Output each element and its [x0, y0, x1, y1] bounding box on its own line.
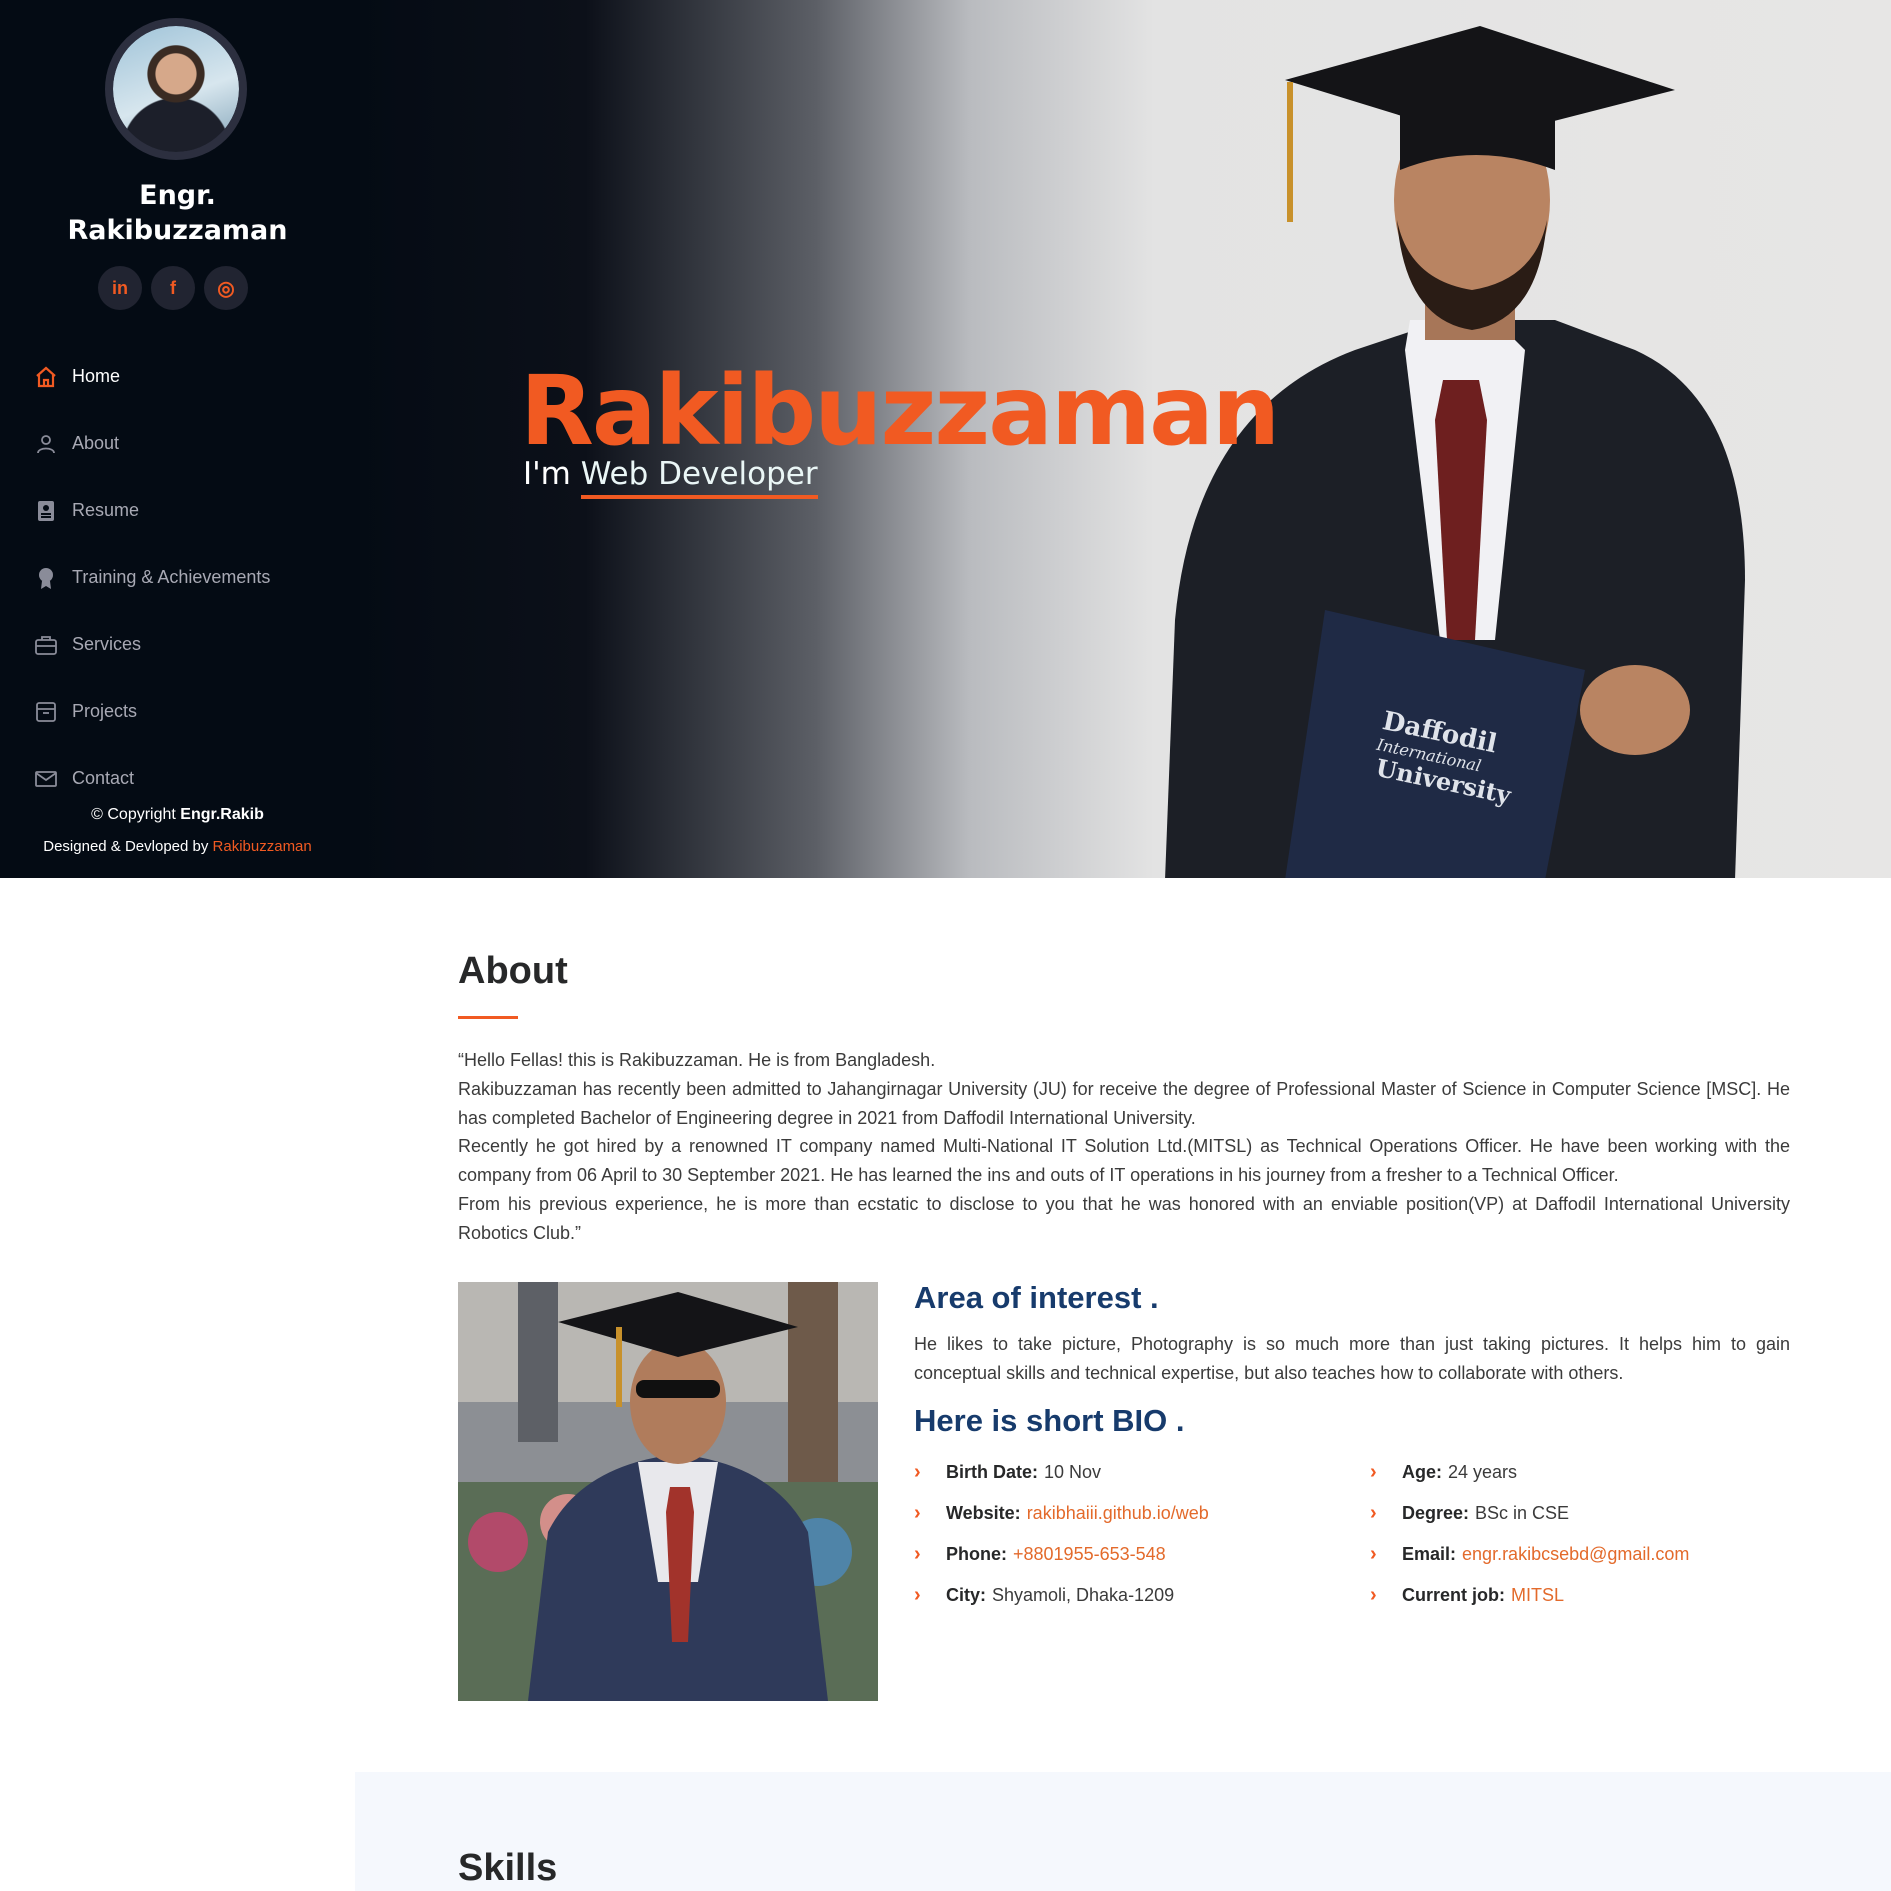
skills-section: Skills	[355, 1772, 1891, 1891]
bio-value: 10 Nov	[1044, 1462, 1102, 1482]
hero-section: Daffodil International University Rakibu…	[355, 0, 1891, 878]
bio-value: Shyamoli, Dhaka-1209	[992, 1585, 1175, 1605]
email-link[interactable]: engr.rakibcsebd@gmail.com	[1462, 1544, 1689, 1565]
nav-item-about[interactable]: About	[34, 410, 270, 477]
bio-label: Degree:	[1402, 1503, 1470, 1523]
chevron-right-icon: ›	[914, 1584, 921, 1606]
copyright-name: Engr.Rakib	[180, 806, 264, 823]
sidebar: Engr. Rakibuzzaman in f ◎ Home About Res…	[0, 0, 355, 878]
bio-item-website: › Website: rakibhaiii.github.io/web	[914, 1493, 1209, 1534]
nav-item-resume[interactable]: Resume	[34, 477, 270, 544]
linkedin-icon[interactable]: in	[98, 266, 142, 310]
interest-title: Area of interest .	[914, 1280, 1159, 1315]
hero-title: Rakibuzzaman	[520, 355, 1280, 467]
chevron-right-icon: ›	[914, 1461, 921, 1483]
chevron-right-icon: ›	[1370, 1461, 1377, 1483]
bio-item-degree: › Degree: BSc in CSE	[1370, 1493, 1689, 1534]
bio-label: Website:	[946, 1503, 1021, 1523]
current-job-link[interactable]: MITSL	[1511, 1585, 1564, 1606]
copyright-prefix: © Copyright	[91, 806, 181, 823]
bio-item-phone: › Phone: +8801955-653-548	[914, 1534, 1209, 1575]
nav-menu: Home About Resume Training & Achievement…	[34, 343, 270, 812]
bio-value: 24 years	[1448, 1462, 1518, 1482]
hero-subtitle: I'm Web Developer	[523, 456, 818, 499]
nav-label: Services	[72, 634, 142, 654]
bio-item-birth-date: › Birth Date: 10 Nov	[914, 1452, 1209, 1493]
resume-icon	[34, 499, 58, 523]
about-portrait-image	[458, 1282, 878, 1701]
bio-list-left: › Birth Date: 10 Nov › Website: rakibhai…	[914, 1452, 1209, 1616]
person-icon	[34, 432, 58, 456]
nav-item-services[interactable]: Services	[34, 611, 270, 678]
nav-label: Training & Achievements	[72, 567, 271, 587]
bio-label: Current job:	[1402, 1585, 1505, 1605]
nav-item-contact[interactable]: Contact	[34, 745, 270, 812]
website-link[interactable]: rakibhaiii.github.io/web	[1027, 1503, 1209, 1524]
about-title: About	[458, 950, 568, 992]
chevron-right-icon: ›	[914, 1543, 921, 1565]
nav-item-home[interactable]: Home	[34, 343, 270, 410]
profile-avatar	[105, 18, 247, 160]
nav-label: Resume	[72, 500, 140, 520]
envelope-icon	[34, 767, 58, 791]
archive-icon	[34, 700, 58, 724]
bio-label: Phone:	[946, 1544, 1007, 1564]
designed-prefix: Designed & Devloped by	[43, 838, 213, 855]
designer-link[interactable]: Rakibuzzaman	[213, 838, 312, 855]
about-paragraph: “Hello Fellas! this is Rakibuzzaman. He …	[458, 1050, 936, 1070]
about-text: “Hello Fellas! this is Rakibuzzaman. He …	[458, 1046, 1790, 1248]
home-icon	[34, 365, 58, 389]
bio-item-email: › Email: engr.rakibcsebd@gmail.com	[1370, 1534, 1689, 1575]
briefcase-icon	[34, 633, 58, 657]
bio-value: BSc in CSE	[1475, 1503, 1570, 1523]
bio-list-right: › Age: 24 years › Degree: BSc in CSE › E…	[1370, 1452, 1689, 1616]
nav-item-projects[interactable]: Projects	[34, 678, 270, 745]
instagram-icon[interactable]: ◎	[204, 266, 248, 310]
skills-title: Skills	[458, 1847, 558, 1889]
bio-label: Birth Date:	[946, 1462, 1039, 1482]
facebook-icon[interactable]: f	[151, 266, 195, 310]
chevron-right-icon: ›	[1370, 1502, 1377, 1524]
interest-text: He likes to take picture, Photography is…	[914, 1334, 1790, 1383]
about-paragraph: Recently he got hired by a renowned IT c…	[458, 1136, 1790, 1186]
about-paragraph: Rakibuzzaman has recently been admitted …	[458, 1078, 1790, 1128]
nav-label: Projects	[72, 701, 138, 721]
bio-item-age: › Age: 24 years	[1370, 1452, 1689, 1493]
about-title-underline	[458, 1016, 518, 1019]
nav-label: Home	[72, 366, 121, 386]
hero-typed-text: Web Developer	[580, 456, 818, 499]
hero-prefix: I'm	[523, 456, 581, 492]
bio-label: Email:	[1402, 1544, 1457, 1564]
chevron-right-icon: ›	[1370, 1543, 1377, 1565]
designed-by: Designed & Devloped by Rakibuzzaman	[0, 838, 355, 855]
chevron-right-icon: ›	[1370, 1584, 1377, 1606]
bio-item-city: › City: Shyamoli, Dhaka-1209	[914, 1575, 1209, 1616]
nav-item-training[interactable]: Training & Achievements	[34, 544, 270, 611]
bio-label: City:	[946, 1585, 986, 1605]
award-icon	[34, 566, 58, 590]
nav-label: About	[72, 433, 120, 453]
bio-label: Age:	[1402, 1462, 1442, 1482]
phone-link[interactable]: +8801955-653-548	[1013, 1544, 1166, 1565]
profile-name[interactable]: Engr. Rakibuzzaman	[0, 178, 355, 248]
about-paragraph: From his previous experience, he is more…	[458, 1193, 1790, 1243]
bio-title: Here is short BIO .	[914, 1403, 1185, 1438]
copyright: © Copyright Engr.Rakib	[0, 806, 355, 824]
bio-item-current-job: › Current job: MITSL	[1370, 1575, 1689, 1616]
chevron-right-icon: ›	[914, 1502, 921, 1524]
social-links: in f ◎	[98, 266, 248, 310]
profile-name-text[interactable]: Engr. Rakibuzzaman	[58, 178, 298, 248]
nav-label: Contact	[72, 768, 135, 788]
